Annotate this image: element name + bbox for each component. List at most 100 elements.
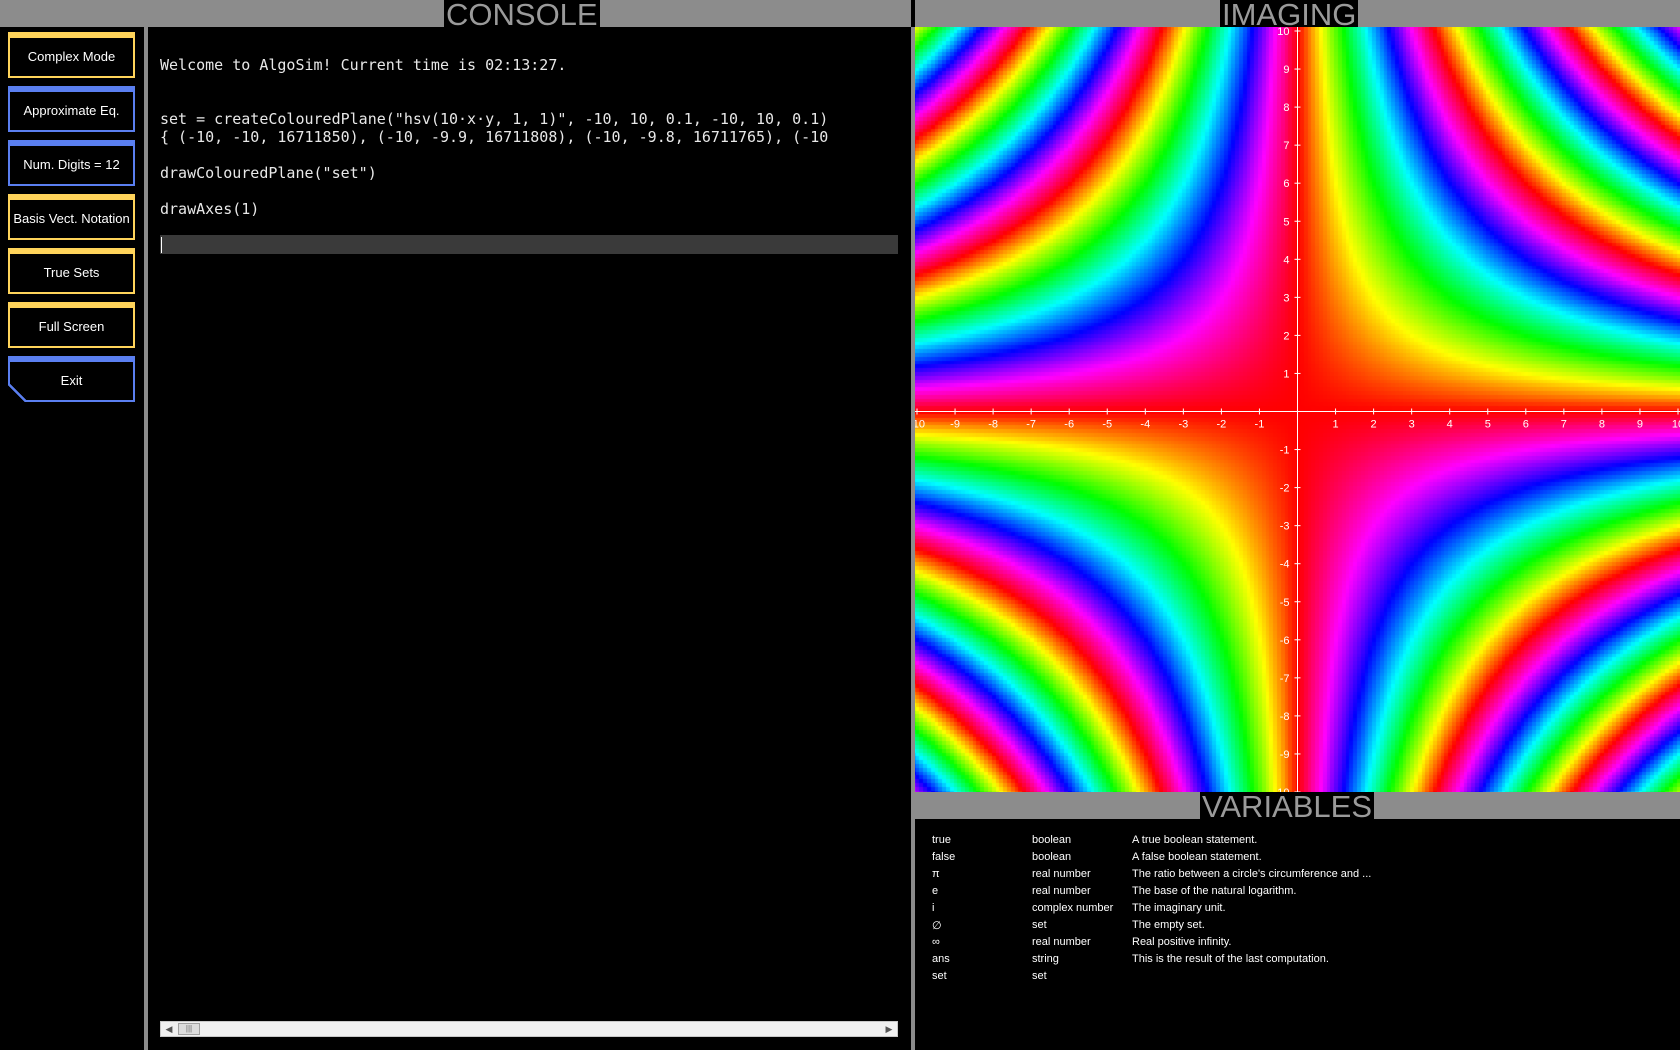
y-tick-label: -5 <box>1280 597 1290 609</box>
x-tick-label: 3 <box>1409 419 1415 431</box>
variable-desc: The imaginary unit. <box>1132 902 1226 914</box>
variable-name: e <box>932 885 939 897</box>
console-output: Welcome to AlgoSim! Current time is 02:1… <box>148 27 900 1050</box>
variable-name: false <box>932 851 956 863</box>
variable-name: set <box>932 970 947 982</box>
x-tick-label: 6 <box>1523 419 1529 431</box>
sidebar-top-bar <box>0 0 148 27</box>
variable-desc: This is the result of the last computati… <box>1132 953 1329 965</box>
x-tick-label: -8 <box>988 419 998 431</box>
variables-panel: true boolean A true boolean statement. fals… <box>915 819 1680 1050</box>
y-tick-label: -8 <box>1280 711 1290 723</box>
complex-mode-button[interactable]: Complex Mode <box>8 32 135 78</box>
x-tick-label: -10 <box>915 419 925 431</box>
variable-desc: A true boolean statement. <box>1132 834 1258 846</box>
basis-vect-notation-button[interactable]: Basis Vect. Notation <box>8 194 135 240</box>
scroll-left-arrow-icon[interactable]: ◀ <box>161 1022 177 1036</box>
variable-type: string <box>1032 953 1059 965</box>
variables-title: VARIABLES <box>1200 789 1375 824</box>
console-command-line: drawColouredPlane("set") <box>160 164 377 182</box>
y-tick-label: -4 <box>1280 559 1290 571</box>
y-tick-label: 10 <box>1277 27 1289 38</box>
variable-desc: The base of the natural logarithm. <box>1132 885 1297 897</box>
x-tick-label: 9 <box>1637 419 1643 431</box>
sidebar: Complex Mode Approximate Eq. Num. Digits… <box>0 27 144 1050</box>
variable-name: ans <box>932 953 950 965</box>
exit-button[interactable]: Exit <box>8 356 135 402</box>
approximate-eq-button[interactable]: Approximate Eq. <box>8 86 135 132</box>
x-tick-label: -7 <box>1026 419 1036 431</box>
button-label: Complex Mode <box>27 49 116 64</box>
true-sets-button[interactable]: True Sets <box>8 248 135 294</box>
y-tick-label: 5 <box>1283 216 1289 228</box>
x-tick-label: 7 <box>1561 419 1567 431</box>
x-tick-label: 2 <box>1371 419 1377 431</box>
button-label: True Sets <box>43 265 100 280</box>
variable-name: ∅ <box>932 920 942 932</box>
y-tick-label: 8 <box>1283 102 1289 114</box>
variable-name: π <box>932 868 940 880</box>
y-tick-label: -6 <box>1280 635 1290 647</box>
x-tick-label: 5 <box>1485 419 1491 431</box>
variable-type: set <box>1032 919 1047 931</box>
scroll-right-arrow-icon[interactable]: ▶ <box>881 1022 897 1036</box>
exit-corner-notch <box>8 384 26 402</box>
variable-name: true <box>932 834 951 846</box>
variable-desc: The empty set. <box>1132 919 1205 931</box>
variable-type: boolean <box>1032 834 1072 846</box>
y-tick-label: 9 <box>1283 64 1289 76</box>
variable-type: complex number <box>1032 902 1114 914</box>
variable-name: i <box>932 902 935 914</box>
console-input[interactable] <box>160 235 898 254</box>
x-tick-label: 1 <box>1332 419 1338 431</box>
console-result-line: { (-10, -10, 16711850), (-10, -9.9, 1671… <box>160 128 829 146</box>
y-tick-label: 3 <box>1283 292 1289 304</box>
x-tick-label: -3 <box>1178 419 1188 431</box>
console-panel: Welcome to AlgoSim! Current time is 02:1… <box>148 27 911 1050</box>
x-tick-label: -5 <box>1102 419 1112 431</box>
variable-type: real number <box>1032 936 1091 948</box>
variable-type: boolean <box>1032 851 1072 863</box>
y-tick-label: 2 <box>1283 330 1289 342</box>
button-label: Full Screen <box>38 319 105 334</box>
scrollbar-thumb[interactable]: ||| <box>178 1023 200 1035</box>
x-tick-label: 10 <box>1672 419 1680 431</box>
console-command-line: set = createColouredPlane("hsv(10·x·y, 1… <box>160 110 829 128</box>
variable-desc: A false boolean statement. <box>1132 851 1262 863</box>
text-caret <box>161 237 162 253</box>
variable-name: ∞ <box>932 936 940 948</box>
console-horizontal-scrollbar[interactable]: ◀ ||| ▶ <box>160 1021 898 1037</box>
y-tick-label: -2 <box>1280 483 1290 495</box>
console-title: CONSOLE <box>444 0 600 32</box>
x-tick-label: -9 <box>950 419 960 431</box>
y-tick-label: -7 <box>1280 673 1290 685</box>
full-screen-button[interactable]: Full Screen <box>8 302 135 348</box>
y-tick-label: -1 <box>1280 445 1290 457</box>
y-tick-label: -9 <box>1280 749 1290 761</box>
y-tick-label: 4 <box>1283 254 1289 266</box>
variable-type: real number <box>1032 868 1091 880</box>
x-tick-label: -2 <box>1217 419 1227 431</box>
y-tick-label: 7 <box>1283 140 1289 152</box>
imaging-title: IMAGING <box>1220 0 1359 32</box>
num-digits-button[interactable]: Num. Digits = 12 <box>8 140 135 186</box>
imaging-panel[interactable]: -10 -9 -8 -7 -6 -5 -4 -3 -2 -1 1 2 3 4 5 6 7 8 9 10 10 9 8 7 6 5 4… <box>915 27 1680 792</box>
x-tick-label: -1 <box>1255 419 1265 431</box>
coloured-plane-plot[interactable]: -10 -9 -8 -7 -6 -5 -4 -3 -2 -1 1 2 3 4 5 6 7 8 9 10 10 9 8 7 6 5 4… <box>915 27 1680 792</box>
y-tick-label: -3 <box>1280 521 1290 533</box>
variable-desc: The ratio between a circle's circumferen… <box>1132 868 1372 880</box>
y-tick-label: 1 <box>1283 368 1289 380</box>
console-command-line: drawAxes(1) <box>160 200 260 218</box>
x-tick-label: -4 <box>1140 419 1150 431</box>
variable-type: set <box>1032 970 1047 982</box>
x-tick-label: 4 <box>1447 419 1453 431</box>
button-label: Basis Vect. Notation <box>13 211 130 226</box>
x-tick-label: -6 <box>1064 419 1074 431</box>
console-welcome-line: Welcome to AlgoSim! Current time is 02:1… <box>160 56 567 74</box>
y-tick-label: 6 <box>1283 178 1289 190</box>
button-label: Approximate Eq. <box>23 103 120 118</box>
variable-desc: Real positive infinity. <box>1132 936 1232 948</box>
variable-type: real number <box>1032 885 1091 897</box>
button-label: Exit <box>60 373 83 388</box>
x-tick-label: 8 <box>1599 419 1605 431</box>
